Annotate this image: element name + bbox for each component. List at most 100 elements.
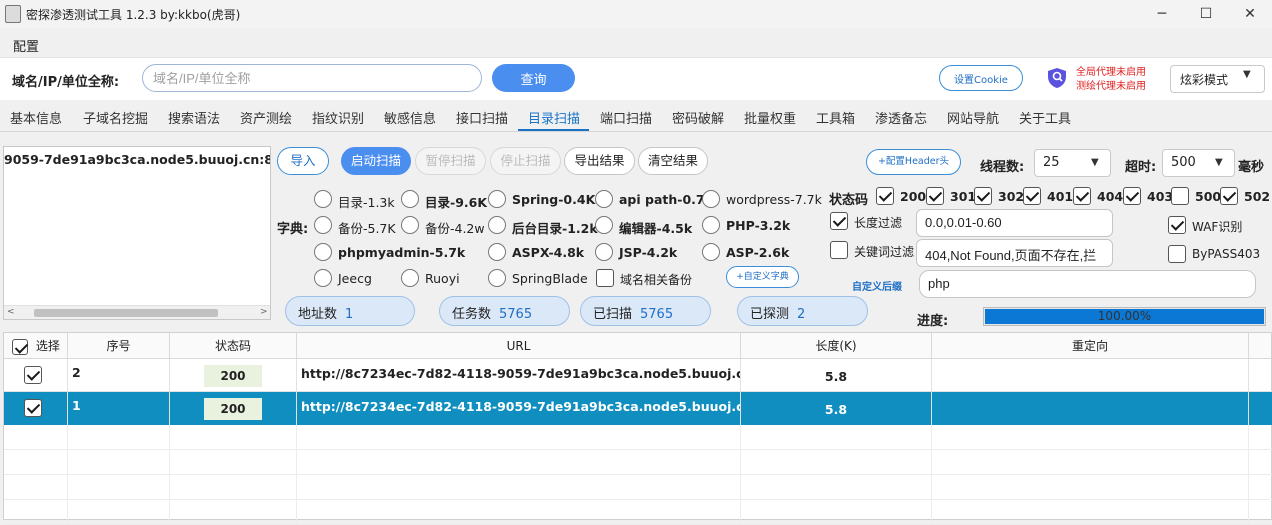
close-icon[interactable]: ✕: [1240, 4, 1260, 24]
tab-14[interactable]: 关于工具: [1019, 108, 1071, 127]
tab-9[interactable]: 密码破解: [672, 108, 724, 127]
start-scan-button[interactable]: 启动扫描: [341, 147, 411, 175]
row-checkbox[interactable]: [24, 399, 42, 417]
header-index[interactable]: 序号: [68, 333, 170, 359]
dict-radio-6[interactable]: [401, 216, 419, 234]
select-all-checkbox[interactable]: [12, 338, 28, 355]
tab-10[interactable]: 批量权重: [744, 108, 796, 127]
maximize-icon[interactable]: ☐: [1196, 4, 1216, 24]
threads-select[interactable]: 25: [1034, 149, 1111, 177]
dict-radio-14[interactable]: [314, 269, 332, 287]
status-502-checkbox[interactable]: [1220, 187, 1238, 205]
export-results-button[interactable]: 导出结果: [564, 147, 635, 175]
dict-radio-12[interactable]: [595, 243, 613, 261]
dict-radio-1[interactable]: [401, 190, 419, 208]
tab-8[interactable]: 端口扫描: [600, 108, 652, 127]
status-404-checkbox[interactable]: [1073, 187, 1091, 205]
status-200-checkbox[interactable]: [876, 187, 894, 205]
menu-config[interactable]: 配置: [13, 36, 39, 55]
tab-13[interactable]: 网站导航: [947, 108, 999, 127]
detected-count-badge: 已探测 2: [737, 296, 868, 326]
dict-radio-11[interactable]: [488, 243, 506, 261]
empty-cell: [170, 425, 297, 450]
header-url[interactable]: URL: [297, 333, 741, 359]
status-200-label: 200: [900, 189, 927, 204]
status-302-checkbox[interactable]: [974, 187, 992, 205]
tab-11[interactable]: 工具箱: [816, 108, 855, 127]
row-select-cell[interactable]: [4, 359, 68, 392]
minimize-icon[interactable]: ─: [1152, 4, 1172, 24]
dict-radio-0[interactable]: [314, 190, 332, 208]
config-header-button[interactable]: +配置Header头: [866, 149, 961, 175]
stop-scan-button[interactable]: 停止扫描: [490, 147, 561, 175]
empty-cell: [4, 475, 68, 500]
dict-radio-10[interactable]: [314, 243, 332, 261]
import-button[interactable]: 导入: [277, 147, 329, 175]
tab-4[interactable]: 指纹识别: [312, 108, 364, 127]
dict-label-9: PHP-3.2k: [726, 218, 791, 233]
progress-bar: 100.00%: [983, 307, 1266, 326]
dict-radio-4[interactable]: [702, 190, 720, 208]
empty-cell: [297, 425, 741, 450]
length-filter-input[interactable]: 0.0,0.01-0.60: [916, 209, 1113, 237]
waf-checkbox[interactable]: [1168, 216, 1186, 234]
tab-1[interactable]: 子域名挖掘: [83, 108, 148, 127]
tab-5[interactable]: 敏感信息: [384, 108, 436, 127]
status-301-checkbox[interactable]: [926, 187, 944, 205]
table-row[interactable]: 2 200 http://8c7234ec-7d82-4118-9059-7de91…: [4, 359, 1272, 392]
empty-cell: [68, 475, 170, 500]
dict-radio-7[interactable]: [488, 216, 506, 234]
pause-scan-button[interactable]: 暂停扫描: [415, 147, 486, 175]
header-status[interactable]: 状态码: [170, 333, 297, 359]
set-cookie-button[interactable]: 设置Cookie: [939, 65, 1023, 91]
empty-cell: [4, 500, 68, 525]
table-row[interactable]: 1 200 http://8c7234ec-7d82-4118-9059-7de91…: [4, 392, 1272, 425]
timeout-select[interactable]: 500: [1162, 149, 1235, 177]
tab-2[interactable]: 搜索语法: [168, 108, 220, 127]
keyword-filter-input[interactable]: 404,Not Found,页面不存在,拦: [916, 239, 1113, 267]
dict-label-4: wordpress-7.7k: [726, 192, 822, 207]
query-button[interactable]: 查询: [492, 64, 575, 92]
length-filter-checkbox[interactable]: [830, 212, 848, 230]
row-select-cell[interactable]: [4, 392, 68, 425]
target-list[interactable]: [3, 146, 271, 320]
header-redirect[interactable]: 重定向: [932, 333, 1249, 359]
dict-radio-13[interactable]: [702, 243, 720, 261]
scrollbar-thumb[interactable]: [34, 309, 218, 317]
row-url[interactable]: http://8c7234ec-7d82-4118-9059-7de91a9bc…: [297, 359, 741, 392]
dict-radio-15[interactable]: [401, 269, 419, 287]
domain-backup-checkbox[interactable]: [596, 269, 614, 287]
status-500-checkbox[interactable]: [1171, 187, 1189, 205]
tab-0[interactable]: 基本信息: [10, 108, 62, 127]
keyword-filter-checkbox[interactable]: [830, 241, 848, 259]
custom-dict-button[interactable]: +自定义字典: [726, 266, 799, 288]
domain-input[interactable]: [142, 64, 482, 92]
empty-cell: [741, 475, 932, 500]
tab-7[interactable]: 目录扫描: [528, 108, 580, 127]
status-401-checkbox[interactable]: [1023, 187, 1041, 205]
dict-radio-3[interactable]: [595, 190, 613, 208]
custom-suffix-input[interactable]: php: [919, 270, 1256, 298]
bypass403-checkbox[interactable]: [1168, 245, 1186, 263]
empty-row: [4, 425, 1272, 450]
empty-cell: [932, 500, 1249, 525]
empty-row: [4, 450, 1272, 475]
header-length[interactable]: 长度(K): [741, 333, 932, 359]
scroll-right-icon[interactable]: >: [260, 307, 268, 317]
mapping-proxy-status: 测绘代理未启用: [1076, 81, 1146, 92]
status-403-checkbox[interactable]: [1123, 187, 1141, 205]
tab-6[interactable]: 接口扫描: [456, 108, 508, 127]
row-checkbox[interactable]: [24, 366, 42, 384]
dict-radio-9[interactable]: [702, 216, 720, 234]
dict-radio-5[interactable]: [314, 216, 332, 234]
dict-radio-8[interactable]: [595, 216, 613, 234]
row-url[interactable]: http://8c7234ec-7d82-4118-9059-7de91a9bc…: [297, 392, 741, 425]
dict-radio-2[interactable]: [488, 190, 506, 208]
tab-3[interactable]: 资产测绘: [240, 108, 292, 127]
clear-results-button[interactable]: 清空结果: [638, 147, 708, 175]
dict-radio-16[interactable]: [488, 269, 506, 287]
target-list-scrollbar[interactable]: < >: [4, 305, 270, 319]
scroll-left-icon[interactable]: <: [7, 307, 15, 317]
tab-12[interactable]: 渗透备忘: [875, 108, 927, 127]
header-select[interactable]: 选择: [4, 333, 68, 359]
